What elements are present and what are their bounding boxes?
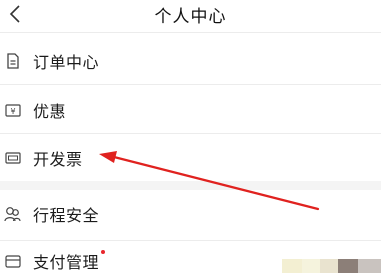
notification-dot (101, 250, 106, 254)
menu-item-label: 支付管理 (33, 249, 106, 273)
menu-item-label: 订单中心 (33, 53, 100, 72)
annotation-arrow (99, 151, 320, 211)
decorative-strip (282, 259, 302, 273)
menu-item-label: 开发票 (33, 150, 83, 169)
decorative-strip (358, 259, 381, 273)
header-divider (0, 32, 381, 33)
row-divider (0, 84, 381, 85)
decorative-strip (338, 259, 358, 273)
document-icon (4, 53, 21, 70)
menu-item-coupons[interactable]: ¥ 优惠 (0, 93, 381, 127)
wallet-icon (4, 253, 21, 270)
row-divider (0, 133, 381, 134)
row-divider (0, 240, 381, 241)
page-title: 个人中心 (154, 7, 227, 27)
menu-item-label: 行程安全 (33, 206, 100, 225)
menu-item-orders[interactable]: 订单中心 (0, 44, 381, 78)
menu-item-invoice[interactable]: 开发票 (0, 141, 381, 175)
decorative-strip (302, 259, 320, 273)
decorative-strip (320, 259, 338, 273)
menu-item-label-text: 支付管理 (33, 253, 100, 272)
section-gap (0, 181, 381, 190)
svg-text:¥: ¥ (10, 107, 15, 116)
menu-item-trip-safety[interactable]: 行程安全 (0, 197, 381, 231)
people-icon (4, 206, 21, 223)
header-bar: 个人中心 (0, 0, 381, 32)
coupon-icon: ¥ (4, 102, 21, 119)
menu-item-label: 优惠 (33, 102, 67, 121)
invoice-icon (4, 150, 21, 167)
